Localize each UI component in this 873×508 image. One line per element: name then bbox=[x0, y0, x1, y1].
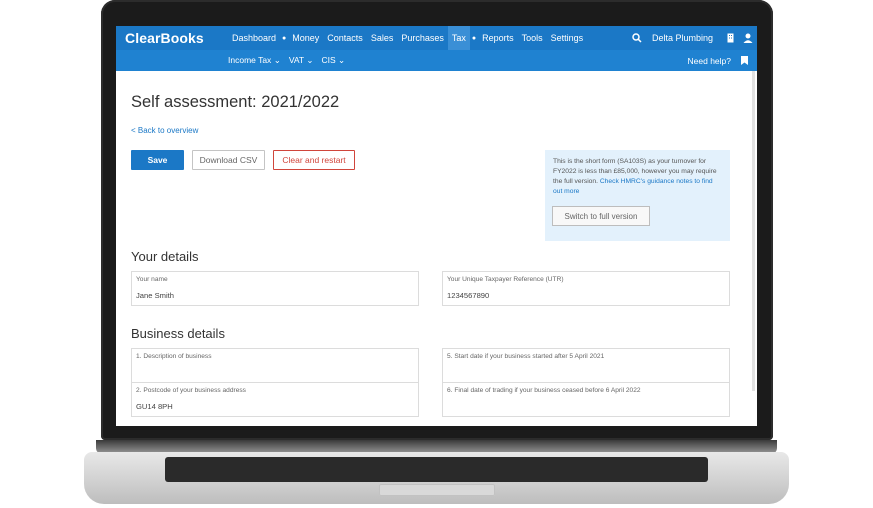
nav-money[interactable]: Money bbox=[288, 26, 323, 50]
field-label: 2. Postcode of your business address bbox=[136, 387, 246, 394]
nav-right: Delta Plumbing bbox=[628, 26, 757, 50]
chevron-down-icon: ⌄ bbox=[306, 55, 314, 65]
field-label: 1. Description of business bbox=[136, 353, 212, 360]
your-details-heading: Your details bbox=[131, 249, 199, 264]
nav-contacts[interactable]: Contacts bbox=[323, 26, 367, 50]
field-label: 5. Start date if your business started a… bbox=[447, 353, 605, 360]
save-button[interactable]: Save bbox=[131, 150, 184, 170]
page-title: Self assessment: 2021/2022 bbox=[131, 93, 340, 111]
chevron-down-icon: ⌄ bbox=[337, 55, 346, 65]
clear-and-restart-button[interactable]: Clear and restart bbox=[273, 150, 355, 170]
main-menu: Dashboard ● Money Contacts Sales Purchas… bbox=[228, 26, 587, 50]
start-date-field[interactable]: 5. Start date if your business started a… bbox=[442, 348, 730, 383]
field-value: Jane Smith bbox=[136, 291, 174, 300]
bullet-icon: ● bbox=[282, 34, 287, 42]
download-csv-button[interactable]: Download CSV bbox=[192, 150, 265, 170]
nav-sales[interactable]: Sales bbox=[367, 26, 398, 50]
nav-purchases[interactable]: Purchases bbox=[397, 26, 448, 50]
bookmark-icon[interactable] bbox=[735, 49, 753, 73]
short-form-info-box: This is the short form (SA103S) as your … bbox=[545, 150, 730, 241]
final-trading-date-field[interactable]: 6. Final date of trading if your busines… bbox=[442, 382, 730, 417]
nav-reports[interactable]: Reports bbox=[478, 26, 518, 50]
nav-settings[interactable]: Settings bbox=[547, 26, 588, 50]
business-postcode-field[interactable]: 2. Postcode of your business address GU1… bbox=[131, 382, 419, 417]
chevron-down-icon: ⌄ bbox=[273, 55, 281, 65]
company-name[interactable]: Delta Plumbing bbox=[646, 33, 721, 43]
field-label: 6. Final date of trading if your busines… bbox=[447, 387, 641, 394]
nav-tools[interactable]: Tools bbox=[518, 26, 547, 50]
nav-tax[interactable]: Tax bbox=[447, 26, 470, 50]
building-icon[interactable] bbox=[721, 26, 739, 50]
field-value: GU14 8PH bbox=[136, 402, 173, 411]
utr-field[interactable]: Your Unique Taxpayer Reference (UTR) 123… bbox=[442, 271, 730, 306]
field-label: Your name bbox=[136, 276, 168, 283]
tax-submenu: Income Tax ⌄ VAT ⌄ CIS ⌄ bbox=[224, 50, 349, 71]
your-name-field[interactable]: Your name Jane Smith bbox=[131, 271, 419, 306]
app-screen: ClearBooks Dashboard ● Money Contacts Sa… bbox=[116, 26, 757, 426]
subnav-cis[interactable]: CIS ⌄ bbox=[317, 55, 349, 66]
main-content: Self assessment: 2021/2022 < Back to ove… bbox=[116, 71, 757, 426]
laptop-trackpad bbox=[379, 484, 495, 496]
nav-dashboard[interactable]: Dashboard bbox=[228, 26, 280, 50]
sub-navigation: Income Tax ⌄ VAT ⌄ CIS ⌄ Need help? bbox=[116, 50, 757, 71]
user-icon[interactable] bbox=[739, 26, 757, 50]
field-value: 1234567890 bbox=[447, 291, 490, 300]
business-description-field[interactable]: 1. Description of business bbox=[131, 348, 419, 383]
subnav-income-tax[interactable]: Income Tax ⌄ bbox=[224, 55, 285, 66]
brand-logo[interactable]: ClearBooks bbox=[125, 30, 204, 46]
business-details-heading: Business details bbox=[131, 326, 225, 341]
search-icon[interactable] bbox=[628, 26, 646, 50]
back-to-overview-link[interactable]: < Back to overview bbox=[131, 126, 198, 135]
subnav-vat[interactable]: VAT ⌄ bbox=[285, 55, 318, 66]
switch-to-full-version-button[interactable]: Switch to full version bbox=[552, 206, 650, 226]
field-label: Your Unique Taxpayer Reference (UTR) bbox=[447, 276, 564, 283]
need-help-link[interactable]: Need help? bbox=[684, 56, 735, 66]
top-navigation: ClearBooks Dashboard ● Money Contacts Sa… bbox=[116, 26, 757, 50]
page-scrollbar[interactable] bbox=[752, 71, 755, 391]
bullet-icon: ● bbox=[471, 34, 477, 42]
laptop-keyboard bbox=[165, 457, 708, 482]
help-area: Need help? bbox=[684, 50, 753, 71]
